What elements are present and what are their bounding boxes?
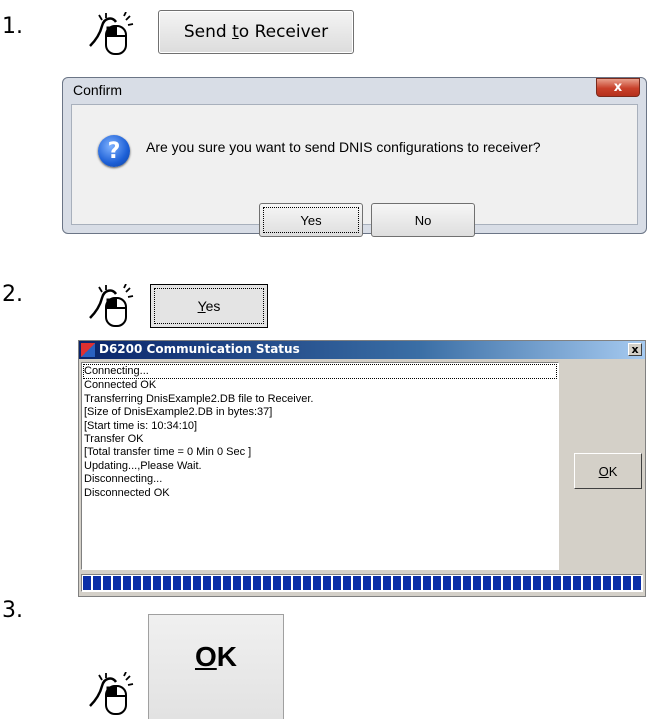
ok-button-label: OK <box>194 641 237 672</box>
ok-button-large[interactable]: OK <box>148 614 284 719</box>
yes-button[interactable]: Yes <box>150 284 268 328</box>
close-icon: x <box>631 343 639 356</box>
close-icon: x <box>613 80 623 95</box>
send-to-receiver-button[interactable]: Send to Receiver <box>158 10 354 54</box>
app-icon <box>81 343 95 357</box>
confirm-dialog-body: ? Are you sure you want to send DNIS con… <box>71 104 638 237</box>
log-line: Transfer OK <box>84 433 144 446</box>
close-button[interactable]: x <box>628 343 642 356</box>
step-number-3: 3. <box>2 598 23 623</box>
confirm-dialog: Confirm x ? Are you sure you want to sen… <box>62 77 647 237</box>
progress-bar <box>81 574 643 592</box>
question-icon: ? <box>98 135 130 167</box>
log-line: Connected OK <box>84 379 157 392</box>
log-line: Updating...,Please Wait. <box>84 459 202 472</box>
step-number-2: 2. <box>2 282 23 307</box>
focus-rect <box>154 288 264 324</box>
yes-button[interactable]: Yes <box>259 203 363 237</box>
ok-button[interactable]: OK <box>574 453 642 489</box>
ok-button-label: OK <box>598 463 618 479</box>
log-line: Disconnecting... <box>84 473 163 486</box>
mouse-click-icon <box>89 284 134 327</box>
log-line: [Total transfer time = 0 Min 0 Sec ] <box>84 446 252 459</box>
send-to-receiver-label: Send to Receiver <box>183 22 329 42</box>
window-title: D6200 Communication Status <box>99 342 300 356</box>
mouse-click-icon <box>89 672 134 715</box>
title-bar: D6200 Communication Status x <box>79 341 645 359</box>
confirm-message: Are you sure you want to send DNIS confi… <box>146 139 541 155</box>
status-log[interactable]: Connecting... Connected OK Transferring … <box>81 362 559 570</box>
step-number-1: 1. <box>2 14 23 39</box>
confirm-dialog-title: Confirm <box>73 82 123 98</box>
log-line: Disconnected OK <box>84 486 170 499</box>
log-line: [Start time is: 10:34:10] <box>84 419 198 432</box>
no-button[interactable]: No <box>371 203 475 237</box>
log-line: Transferring DnisExample2.DB file to Rec… <box>84 392 314 405</box>
close-button[interactable]: x <box>596 78 640 97</box>
yes-button-label: Yes <box>300 212 322 228</box>
mouse-click-icon <box>89 12 134 55</box>
log-line: Connecting... <box>83 364 557 380</box>
log-line: [Size of DnisExample2.DB in bytes:37] <box>84 406 273 419</box>
communication-status-window: D6200 Communication Status x Connecting.… <box>78 340 646 597</box>
progress-fill <box>83 576 641 590</box>
no-button-label: No <box>414 212 432 228</box>
